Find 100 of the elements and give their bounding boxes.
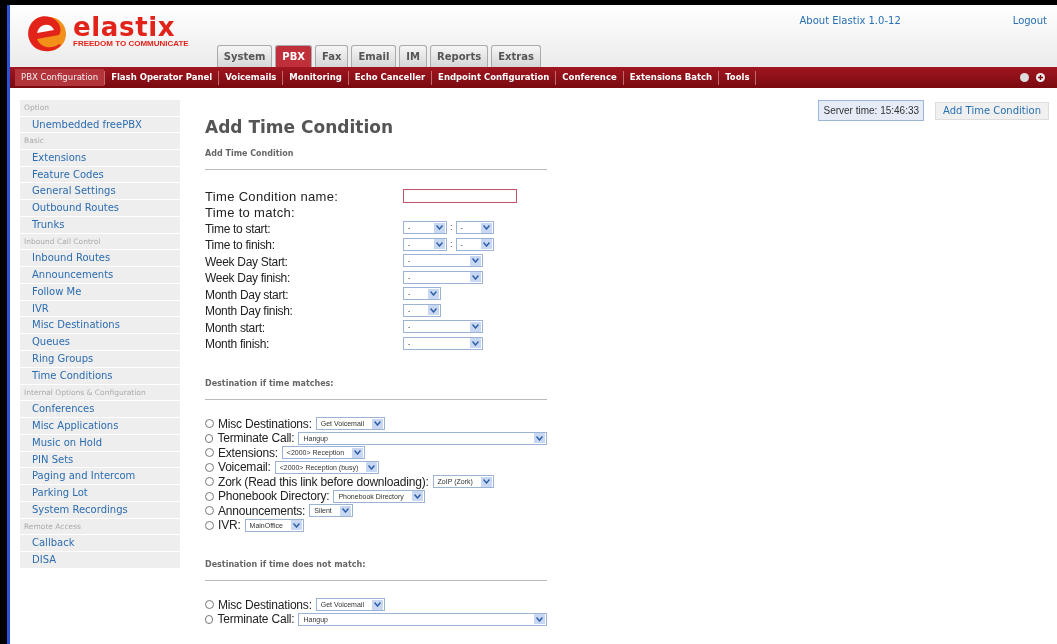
module-tab[interactable]: PBX — [275, 45, 313, 67]
sidebar-item[interactable]: Music on Hold — [20, 434, 180, 451]
sidebar-item[interactable]: Trunks — [20, 217, 180, 233]
help-icon[interactable] — [1020, 73, 1029, 82]
sidebar-item[interactable]: Misc Applications — [20, 417, 180, 434]
module-tab[interactable]: System — [216, 45, 273, 67]
menu-item[interactable]: Flash Operator Panel — [105, 69, 219, 86]
logout-link[interactable]: Logout — [1012, 13, 1047, 28]
sidebar-item[interactable]: DISA — [20, 552, 180, 568]
caret-icon — [352, 447, 364, 458]
time-separator: : — [450, 221, 453, 234]
sidebar-item[interactable]: Ring Groups — [20, 351, 180, 367]
sidebar-item[interactable]: General Settings — [20, 183, 180, 200]
field-label: Month Day start: — [205, 287, 289, 302]
caret-icon — [470, 338, 481, 349]
module-tab[interactable]: Extras — [491, 45, 541, 67]
menu-item[interactable]: PBX Configuration — [15, 69, 105, 86]
caret-icon — [480, 222, 492, 233]
caret-icon — [371, 599, 383, 610]
caret-icon — [470, 321, 481, 332]
section-heading: Add Time Condition — [205, 147, 547, 170]
field-label: Week Day finish: — [205, 271, 290, 286]
sidebar-item[interactable]: Feature Codes — [20, 166, 180, 183]
radio-button[interactable] — [205, 477, 214, 487]
destination-label: Terminate Call: — [217, 611, 295, 629]
about-link[interactable]: About Elastix 1.0-12 — [799, 13, 901, 28]
radio-button[interactable] — [205, 419, 214, 429]
caret-icon — [470, 255, 481, 266]
field-label: Time to match: — [205, 204, 296, 220]
field-label: Time Condition name: — [205, 188, 339, 204]
caret-icon — [290, 520, 302, 531]
radio-button[interactable] — [205, 614, 214, 624]
page-title: Add Time Condition — [205, 116, 393, 139]
destination-label: Misc Destinations: — [218, 415, 312, 433]
sidebar-item[interactable]: Misc Destinations — [20, 317, 180, 334]
menu-item[interactable]: Extensions Batch — [623, 69, 719, 86]
sidebar-item[interactable]: System Recordings — [20, 501, 180, 518]
section-heading: Destination if time matches: — [205, 377, 547, 400]
caret-icon — [480, 239, 492, 250]
menu-item[interactable]: Monitoring — [283, 69, 348, 86]
radio-button[interactable] — [205, 433, 214, 443]
sidebar-item[interactable]: Unembedded freePBX — [20, 116, 180, 133]
name-input-field[interactable] — [403, 188, 517, 203]
sidebar-item[interactable]: IVR — [20, 300, 180, 317]
destination-label: Announcements: — [218, 503, 306, 520]
sidebar-item[interactable]: Announcements — [20, 267, 180, 283]
field-label: Time to finish: — [205, 238, 275, 253]
logo-tagline: FREEDOM TO COMMUNICATE — [73, 39, 189, 48]
caret-icon — [428, 288, 439, 299]
field-label: Week Day Start: — [205, 254, 288, 269]
menu-item[interactable]: Endpoint Configuration — [432, 69, 556, 86]
sidebar-item[interactable]: Follow Me — [20, 283, 180, 300]
radio-button[interactable] — [205, 600, 214, 610]
caret-icon — [534, 614, 545, 625]
logo-wordmark: elastix — [73, 13, 176, 40]
destination-label: IVR: — [218, 517, 241, 535]
sidebar-item[interactable]: Conferences — [20, 401, 180, 417]
caret-icon — [428, 305, 439, 316]
field-label: Month start: — [205, 320, 265, 335]
sidebar-item[interactable]: Extensions — [20, 149, 180, 166]
plus-circle-icon[interactable] — [1036, 73, 1045, 82]
field-label: Time to start: — [205, 221, 271, 236]
sidebar-item[interactable]: Outbound Routes — [20, 200, 180, 216]
field-label: Month finish: — [205, 337, 270, 352]
caret-icon — [366, 462, 378, 473]
caret-icon — [434, 239, 445, 250]
sidebar-item[interactable]: Paging and Intercom — [20, 468, 180, 485]
menu-item[interactable]: Echo Canceller — [348, 69, 432, 86]
radio-button[interactable] — [205, 506, 214, 516]
menu-item[interactable]: Tools — [719, 69, 756, 86]
destination-label: Phonebook Directory: — [218, 489, 330, 506]
caret-icon — [480, 476, 492, 487]
radio-button[interactable] — [205, 448, 214, 458]
menu-item[interactable]: Voicemails — [219, 69, 283, 86]
caret-icon — [534, 433, 545, 444]
caret-icon — [339, 505, 351, 516]
module-tab[interactable]: Reports — [430, 45, 489, 67]
radio-button[interactable] — [205, 462, 214, 472]
module-tab[interactable]: Email — [351, 45, 397, 67]
sidebar-item[interactable]: Inbound Routes — [20, 250, 180, 267]
caret-icon — [371, 418, 383, 429]
module-tab[interactable]: IM — [399, 45, 427, 67]
field-label: Month Day finish: — [205, 304, 293, 319]
sidebar-item[interactable]: Time Conditions — [20, 367, 180, 384]
menu-item[interactable]: Conference — [556, 69, 623, 86]
time-separator: : — [450, 237, 453, 251]
add-time-condition-button[interactable]: Add Time Condition — [935, 101, 1049, 120]
sidebar-item[interactable]: Parking Lot — [20, 485, 180, 501]
caret-icon — [470, 272, 481, 283]
destination-label: Misc Destinations: — [218, 596, 312, 614]
caret-icon — [411, 491, 423, 502]
radio-button[interactable] — [205, 520, 214, 530]
section-heading: Destination if time does not match: — [205, 558, 547, 581]
radio-button[interactable] — [205, 491, 214, 501]
sidebar-item[interactable]: Queues — [20, 334, 180, 351]
caret-icon — [434, 222, 445, 233]
sidebar-item[interactable]: Callback — [20, 535, 180, 552]
server-time: Server time: 15:46:33 — [818, 100, 925, 121]
sidebar-item[interactable]: PIN Sets — [20, 451, 180, 468]
module-tab[interactable]: Fax — [315, 45, 349, 67]
